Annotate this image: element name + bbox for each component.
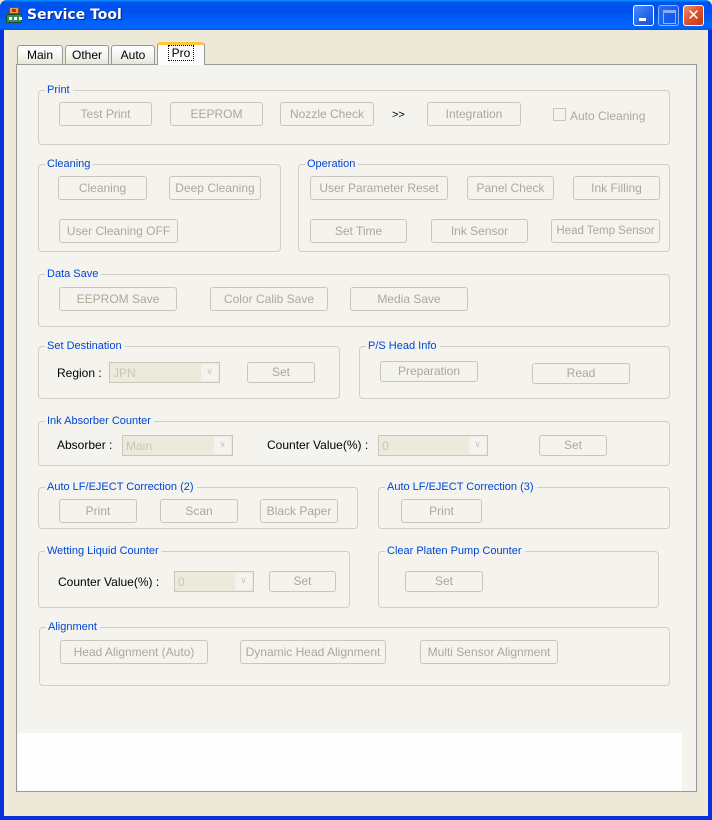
- group-wetting-liquid-counter: Wetting Liquid Counter Counter Value(%) …: [38, 544, 350, 608]
- media-save-button[interactable]: Media Save: [350, 287, 468, 311]
- absorber-value: Main: [126, 439, 153, 453]
- lf2-scan-button[interactable]: Scan: [160, 499, 238, 523]
- chevron-down-icon[interactable]: ∨: [214, 437, 231, 454]
- maximize-button[interactable]: [658, 5, 679, 26]
- tab-auto[interactable]: Auto: [111, 45, 155, 64]
- region-value: JPN: [113, 366, 136, 380]
- eeprom-save-button[interactable]: EEPROM Save: [59, 287, 177, 311]
- group-set-destination: Set Destination Region : JPN ∨ Set: [38, 339, 340, 399]
- absorber-select[interactable]: Main ∨: [122, 435, 233, 456]
- test-print-button[interactable]: Test Print: [59, 102, 152, 126]
- service-tool-window: Service Tool ✕ Main Other Auto Pro Print…: [0, 0, 712, 820]
- group-clear-platen-pump-counter: Clear Platen Pump Counter Set: [378, 544, 659, 608]
- deep-cleaning-button[interactable]: Deep Cleaning: [169, 176, 261, 200]
- close-icon: ✕: [687, 6, 700, 24]
- read-button[interactable]: Read: [532, 363, 630, 384]
- group-label-alignment: Alignment: [46, 620, 100, 634]
- nozzle-check-button[interactable]: Nozzle Check: [280, 102, 374, 126]
- wetting-counter-value: 0: [178, 575, 185, 589]
- integration-button[interactable]: Integration: [427, 102, 521, 126]
- group-print: Print Test Print EEPROM Nozzle Check >> …: [38, 83, 670, 145]
- group-label-clear-platen: Clear Platen Pump Counter: [385, 544, 525, 558]
- group-label-auto-lf-3: Auto LF/EJECT Correction (3): [385, 480, 537, 494]
- group-label-wetting: Wetting Liquid Counter: [45, 544, 162, 558]
- group-data-save: Data Save EEPROM Save Color Calib Save M…: [38, 267, 670, 327]
- color-calib-save-button[interactable]: Color Calib Save: [210, 287, 328, 311]
- wetting-set-button[interactable]: Set: [269, 571, 336, 592]
- tab-panel-pro: Print Test Print EEPROM Nozzle Check >> …: [16, 64, 697, 792]
- tab-label: Other: [71, 48, 102, 62]
- arrow-separator: >>: [392, 109, 405, 121]
- set-time-button[interactable]: Set Time: [310, 219, 407, 243]
- region-set-button[interactable]: Set: [247, 362, 315, 383]
- group-label-auto-lf-2: Auto LF/EJECT Correction (2): [45, 480, 197, 494]
- user-parameter-reset-button[interactable]: User Parameter Reset: [310, 176, 448, 200]
- chevron-down-icon[interactable]: ∨: [235, 573, 252, 590]
- group-label-ps-head-info: P/S Head Info: [366, 339, 440, 353]
- group-label-data-save: Data Save: [45, 267, 102, 281]
- multi-sensor-alignment-button[interactable]: Multi Sensor Alignment: [420, 640, 558, 664]
- group-auto-lf-eject-3: Auto LF/EJECT Correction (3) Print: [378, 480, 670, 529]
- absorber-counter-label: Counter Value(%) :: [267, 438, 369, 452]
- tab-label: Auto: [120, 48, 146, 62]
- status-area: [18, 733, 682, 791]
- absorber-counter-value: 0: [382, 439, 389, 453]
- group-label-set-destination: Set Destination: [45, 339, 125, 353]
- tab-other[interactable]: Other: [65, 45, 109, 64]
- group-label-operation: Operation: [305, 157, 359, 171]
- head-temp-sensor-button[interactable]: Head Temp Sensor: [551, 219, 660, 243]
- ink-filling-button[interactable]: Ink Filling: [573, 176, 660, 200]
- lf2-print-button[interactable]: Print: [59, 499, 137, 523]
- user-cleaning-off-button[interactable]: User Cleaning OFF: [59, 219, 178, 243]
- group-ink-absorber-counter: Ink Absorber Counter Absorber : Main ∨ C…: [38, 414, 670, 466]
- region-label: Region :: [57, 366, 102, 380]
- wetting-counter-select[interactable]: 0 ∨: [174, 571, 254, 592]
- clear-platen-set-button[interactable]: Set: [405, 571, 483, 592]
- auto-cleaning-label: Auto Cleaning: [570, 109, 646, 123]
- eeprom-button[interactable]: EEPROM: [170, 102, 263, 126]
- tab-main[interactable]: Main: [17, 45, 63, 64]
- absorber-counter-select[interactable]: 0 ∨: [378, 435, 488, 456]
- ink-sensor-button[interactable]: Ink Sensor: [431, 219, 528, 243]
- group-auto-lf-eject-2: Auto LF/EJECT Correction (2) Print Scan …: [38, 480, 358, 529]
- preparation-button[interactable]: Preparation: [380, 361, 478, 382]
- group-ps-head-info: P/S Head Info Preparation Read: [359, 339, 670, 399]
- close-button[interactable]: ✕: [683, 5, 704, 26]
- title-bar[interactable]: Service Tool ✕: [0, 0, 712, 30]
- cleaning-button[interactable]: Cleaning: [58, 176, 147, 200]
- group-alignment: Alignment Head Alignment (Auto) Dynamic …: [39, 620, 670, 686]
- window-title: Service Tool: [27, 7, 122, 23]
- panel-check-button[interactable]: Panel Check: [467, 176, 554, 200]
- group-label-print: Print: [45, 83, 73, 97]
- group-operation: Operation User Parameter Reset Panel Che…: [298, 157, 670, 252]
- lf3-print-button[interactable]: Print: [401, 499, 482, 523]
- dynamic-head-alignment-button[interactable]: Dynamic Head Alignment: [240, 640, 386, 664]
- absorber-set-button[interactable]: Set: [539, 435, 607, 456]
- tab-label: Main: [26, 48, 53, 62]
- client-area: Main Other Auto Pro Print Test Print EEP…: [4, 30, 708, 816]
- group-label-ink-absorber: Ink Absorber Counter: [45, 414, 154, 428]
- chevron-down-icon[interactable]: ∨: [201, 364, 218, 381]
- lf2-black-paper-button[interactable]: Black Paper: [260, 499, 338, 523]
- printer-app-icon: [6, 7, 22, 23]
- auto-cleaning-checkbox[interactable]: [553, 108, 566, 121]
- chevron-down-icon[interactable]: ∨: [469, 437, 486, 454]
- group-cleaning: Cleaning Cleaning Deep Cleaning User Cle…: [38, 157, 281, 252]
- group-label-cleaning: Cleaning: [45, 157, 94, 171]
- minimize-button[interactable]: [633, 5, 654, 26]
- absorber-label: Absorber :: [57, 438, 113, 452]
- tab-label: Pro: [167, 45, 195, 61]
- tab-pro[interactable]: Pro: [157, 42, 205, 65]
- wetting-counter-label: Counter Value(%) :: [58, 575, 160, 589]
- region-select[interactable]: JPN ∨: [109, 362, 220, 383]
- head-alignment-auto-button[interactable]: Head Alignment (Auto): [60, 640, 208, 664]
